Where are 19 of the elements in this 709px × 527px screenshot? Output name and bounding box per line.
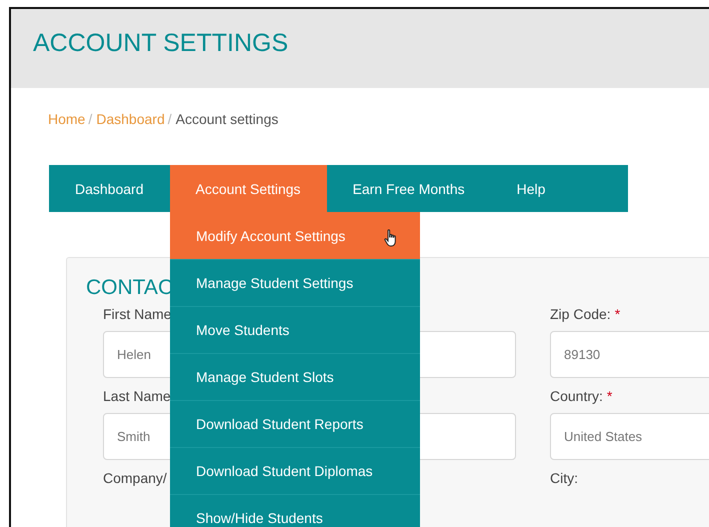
breadcrumb-current: Account settings <box>176 110 278 126</box>
hand-cursor-icon <box>384 229 398 247</box>
nav-tab[interactable]: Account Settings <box>170 165 327 212</box>
breadcrumb-link[interactable]: Home <box>48 110 86 126</box>
field-label: First Name <box>103 306 172 322</box>
required-marker: * <box>606 388 612 404</box>
field-label: Last Name <box>103 388 171 404</box>
required-marker: * <box>614 306 620 322</box>
page-title: ACCOUNT SETTINGS <box>33 29 290 58</box>
field-label: City: <box>550 470 578 486</box>
field-label: Zip Code: <box>550 306 611 322</box>
input-field[interactable]: 89130 <box>550 331 709 378</box>
breadcrumb-separator: / <box>88 110 92 126</box>
field-label: Country: <box>550 388 603 404</box>
dropdown-item[interactable]: Modify Account Settings <box>170 212 420 259</box>
breadcrumb-link[interactable]: Dashboard <box>96 110 165 126</box>
breadcrumb-separator: / <box>168 110 172 126</box>
input-field[interactable]: United States <box>550 413 709 460</box>
field-label: Company/ <box>103 470 167 486</box>
